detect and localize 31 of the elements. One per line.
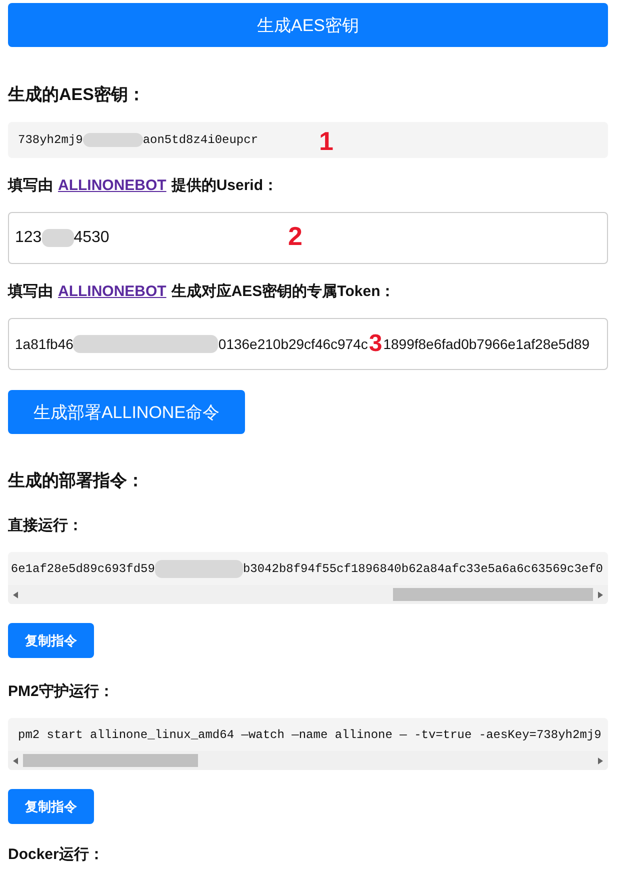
- scroll-right-icon[interactable]: [598, 756, 603, 764]
- code-block: 6e1af28e5d89c693fd59 b3042b8f94f55cf1896840b62a84afc33e5a6a6c63569c3ef0: [8, 552, 608, 604]
- field-label: 提供的Userid：: [171, 176, 278, 195]
- blurred-redaction: [42, 229, 74, 247]
- command-label: Docker运行：: [8, 845, 105, 864]
- field-label: 填写由: [8, 176, 53, 195]
- copy-button[interactable]: 复制指令: [8, 789, 94, 824]
- horizontal-scrollbar[interactable]: [8, 751, 608, 770]
- annotation-number: 3: [368, 330, 382, 358]
- blurred-redaction: [82, 133, 143, 147]
- section-heading: 生成的部署指令：: [8, 470, 145, 492]
- horizontal-scrollbar[interactable]: [8, 585, 608, 604]
- scroll-left-icon[interactable]: [13, 756, 18, 764]
- token-input[interactable]: 1a81fb46 0136e210b29cf46c974c31899f8e6fad0b7966e1af28e5d89: [8, 318, 608, 370]
- generate-command-button[interactable]: 生成部署ALLINONE命令: [8, 390, 245, 434]
- annotation-number: 2: [288, 221, 302, 252]
- command-label: PM2守护运行：: [8, 682, 115, 701]
- code-block: pm2 start allinone_linux_amd64 —watch —name allinone — -tv=true -aesKey=738yh2mj9: [8, 718, 608, 770]
- command-label: 直接运行：: [8, 516, 84, 535]
- bot-link[interactable]: ALLINONEBOT: [58, 283, 166, 300]
- annotation-number: 1: [319, 126, 334, 157]
- field-label: 填写由: [8, 282, 53, 301]
- generate-key-button[interactable]: 生成AES密钥: [8, 3, 608, 47]
- userid-input[interactable]: 123 4530 2: [8, 212, 608, 264]
- scroll-right-icon[interactable]: [598, 590, 603, 598]
- field-label: 生成对应AES密钥的专属Token：: [171, 282, 396, 301]
- key-display: 738yh2mj9 aon5td8z4i0eupcr 1: [8, 122, 608, 158]
- bot-link[interactable]: ALLINONEBOT: [58, 177, 166, 194]
- section-heading: 生成的AES密钥：: [8, 84, 146, 106]
- copy-button[interactable]: 复制指令: [8, 623, 94, 658]
- scroll-left-icon[interactable]: [13, 590, 18, 598]
